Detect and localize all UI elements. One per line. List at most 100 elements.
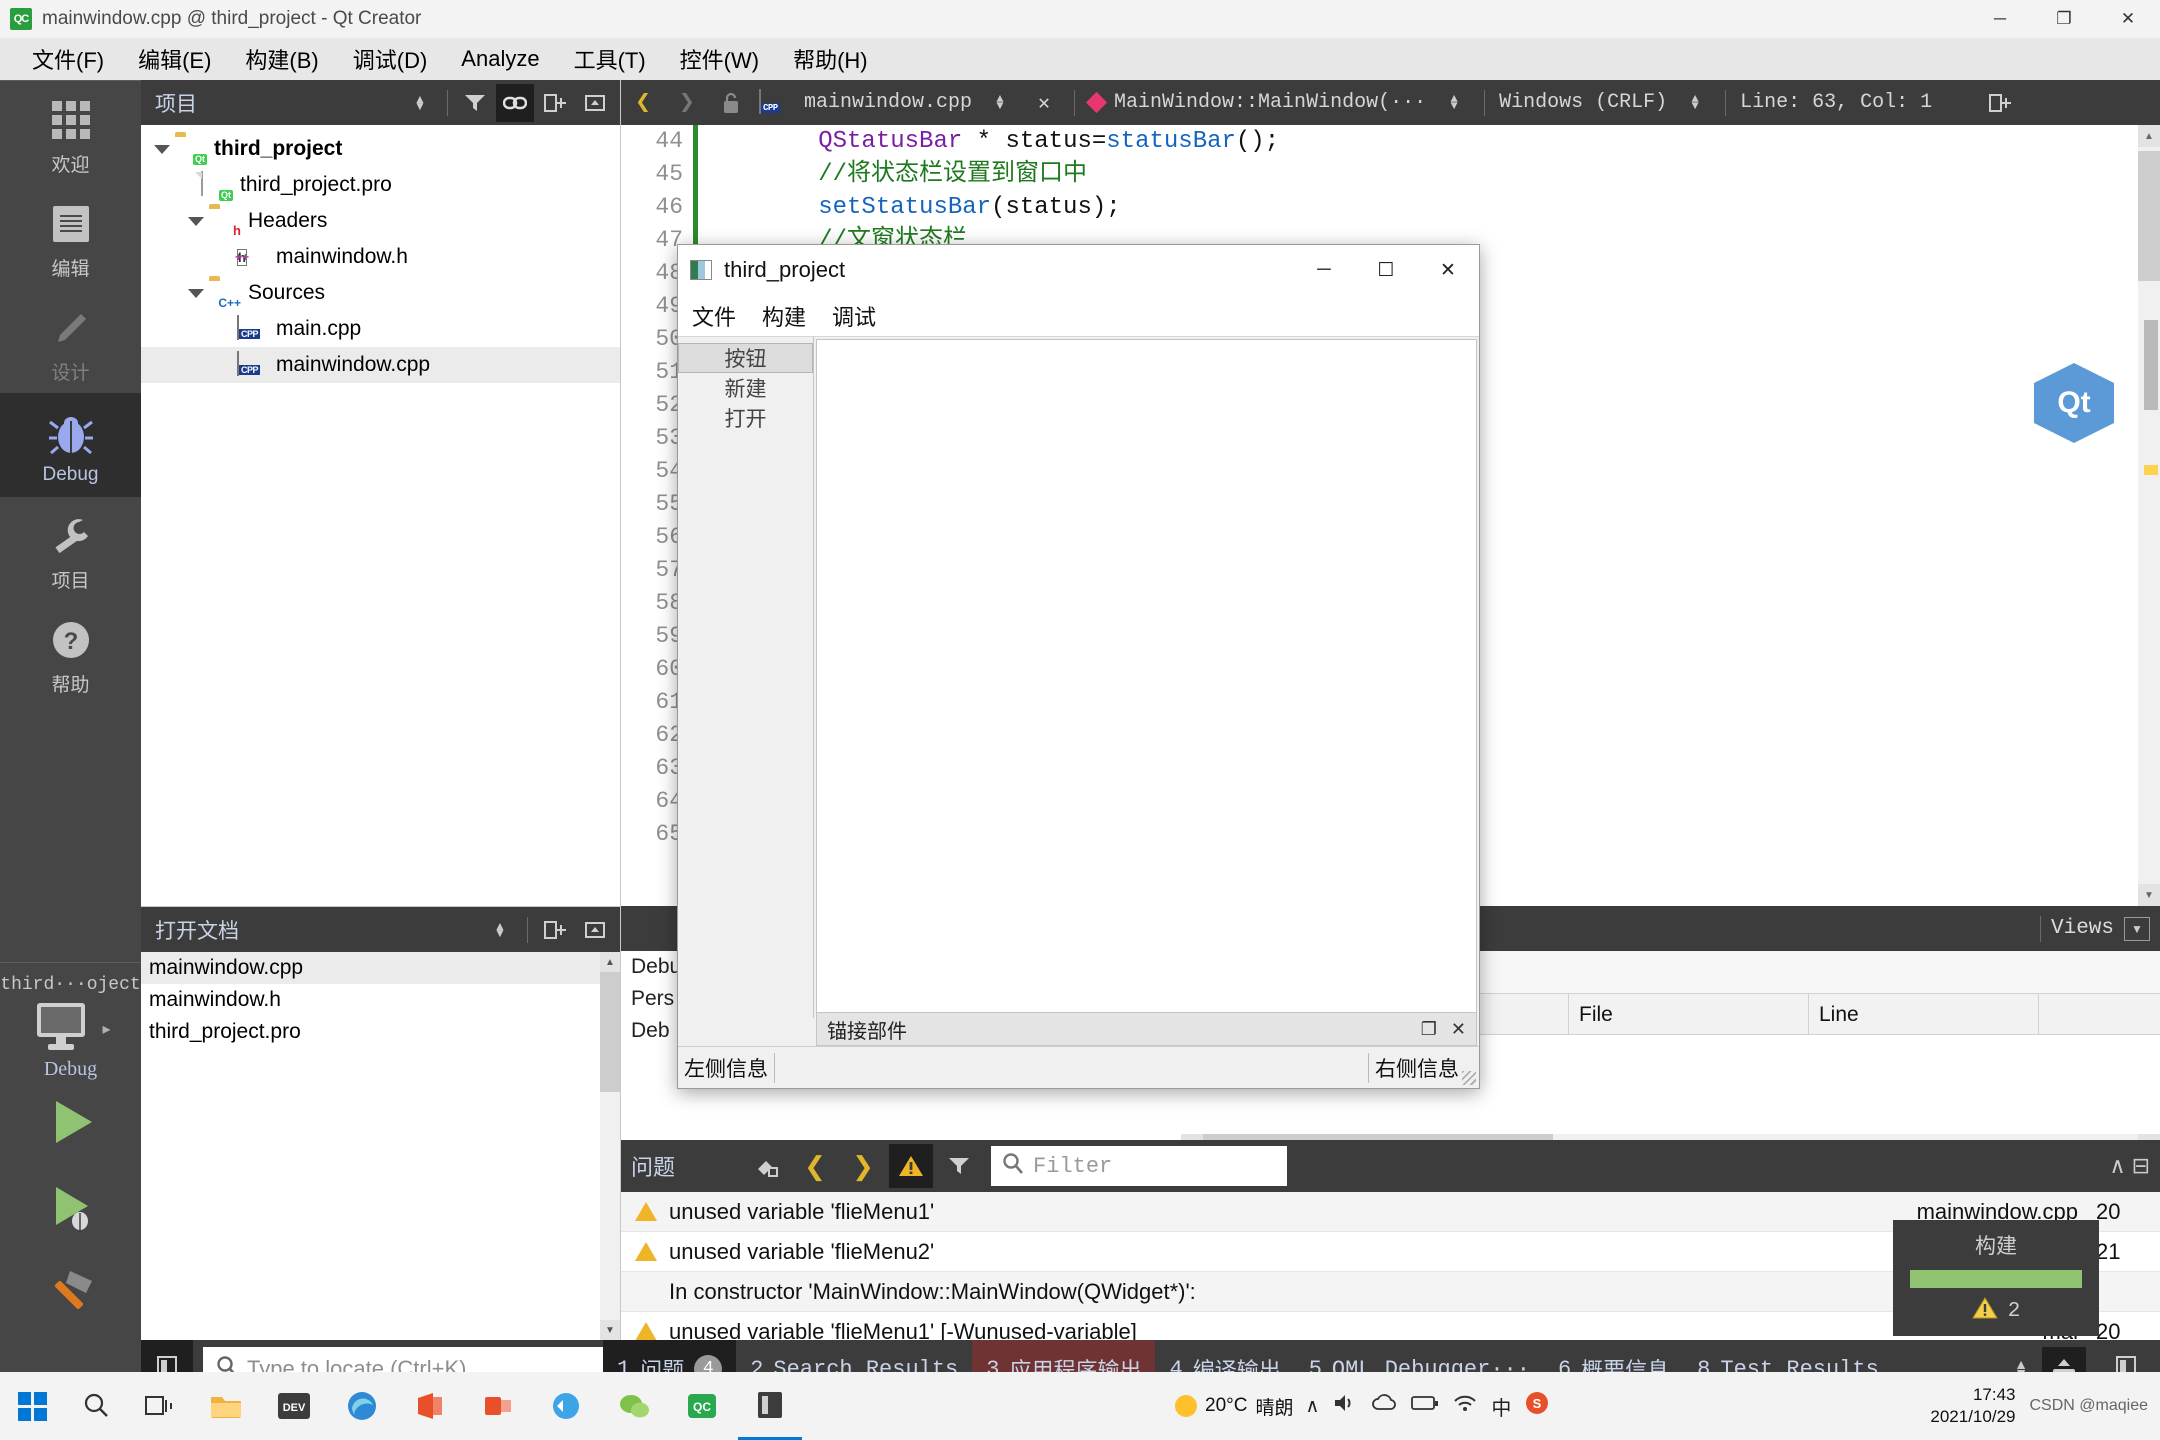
build-warning-summary[interactable]: 2 bbox=[1893, 1296, 2099, 1327]
menu-edit[interactable]: 编辑(E) bbox=[124, 39, 225, 79]
dock-close-icon[interactable]: ✕ bbox=[1451, 1019, 1466, 1040]
close-panel-icon[interactable] bbox=[576, 84, 614, 122]
menu-widgets[interactable]: 控件(W) bbox=[666, 39, 773, 79]
sort-selector-icon[interactable]: ▲ ▼ bbox=[481, 911, 519, 949]
filter-icon[interactable] bbox=[937, 1144, 981, 1188]
file-explorer-icon[interactable] bbox=[194, 1372, 258, 1440]
clear-icon[interactable] bbox=[745, 1144, 789, 1188]
app-toolbar-button-open[interactable]: 打开 bbox=[678, 403, 813, 433]
open-doc-item[interactable]: third_project.pro bbox=[141, 1016, 620, 1048]
editor-vertical-scrollbar[interactable]: ▲ ▼ bbox=[2138, 125, 2160, 906]
app-menu-file[interactable]: 文件 bbox=[688, 298, 740, 334]
ime-icon[interactable]: 中 bbox=[1491, 1392, 1511, 1421]
wechat-dev-icon[interactable] bbox=[534, 1372, 598, 1440]
menu-debug[interactable]: 调试(D) bbox=[339, 39, 442, 79]
collapse-icon[interactable]: ∧ bbox=[2109, 1153, 2125, 1179]
mode-welcome[interactable]: 欢迎 bbox=[0, 81, 141, 185]
minimize-button[interactable]: ─ bbox=[1968, 0, 2032, 38]
taskbar-clock[interactable]: 17:43 2021/10/29 bbox=[1930, 1384, 2029, 1428]
edge-icon[interactable] bbox=[330, 1372, 394, 1440]
menu-help[interactable]: 帮助(H) bbox=[779, 39, 882, 79]
editor-file-selector[interactable]: CPP mainwindow.cpp bbox=[753, 88, 978, 116]
tree-item-mainwindow-cpp[interactable]: CPP mainwindow.cpp bbox=[141, 347, 620, 383]
app-menu-build[interactable]: 构建 bbox=[758, 298, 810, 334]
mode-debug[interactable]: Debug bbox=[0, 393, 141, 497]
dock-float-icon[interactable]: ❐ bbox=[1421, 1019, 1437, 1040]
maximize-panel-icon[interactable]: ⊟ bbox=[2132, 1153, 2150, 1179]
app-maximize-button[interactable]: ☐ bbox=[1355, 245, 1417, 295]
app-central-widget[interactable] bbox=[816, 339, 1477, 1016]
mode-projects[interactable]: 项目 bbox=[0, 497, 141, 601]
issues-filter-input[interactable]: Filter bbox=[991, 1146, 1288, 1186]
app-menu-debug[interactable]: 调试 bbox=[828, 298, 880, 334]
menu-analyze[interactable]: Analyze bbox=[447, 42, 553, 76]
dev-app-icon[interactable]: DEV bbox=[262, 1372, 326, 1440]
search-icon[interactable] bbox=[64, 1372, 128, 1440]
tree-item-third-project[interactable]: Qt third_project bbox=[141, 131, 620, 167]
open-doc-item[interactable]: mainwindow.h bbox=[141, 984, 620, 1016]
lock-open-icon[interactable] bbox=[709, 80, 753, 125]
prev-issue-icon[interactable]: ❮ bbox=[793, 1144, 837, 1188]
start-debugging-button[interactable] bbox=[0, 1167, 141, 1253]
mode-help[interactable]: ? 帮助 bbox=[0, 601, 141, 705]
column-header-line[interactable]: Line bbox=[1809, 994, 2039, 1034]
nav-forward-button[interactable]: ❯ bbox=[665, 80, 709, 125]
scroll-down-icon[interactable]: ▼ bbox=[600, 1320, 620, 1340]
next-issue-icon[interactable]: ❯ bbox=[841, 1144, 885, 1188]
warning-filter-icon[interactable] bbox=[889, 1144, 934, 1188]
menu-build[interactable]: 构建(B) bbox=[231, 39, 332, 79]
close-button[interactable]: ✕ bbox=[2096, 0, 2160, 38]
column-header-file[interactable]: File bbox=[1569, 994, 1809, 1034]
tree-item-mainwindow-h[interactable]: h ++ mainwindow.h bbox=[141, 239, 620, 275]
app-toolbar-button-anniu[interactable]: 按钮 bbox=[678, 343, 813, 373]
resize-grip-icon[interactable] bbox=[1462, 1071, 1476, 1085]
cloud-icon[interactable] bbox=[1371, 1393, 1397, 1419]
menu-file[interactable]: 文件(F) bbox=[18, 39, 118, 79]
windows-logo-icon[interactable] bbox=[0, 1372, 64, 1440]
run-button[interactable] bbox=[0, 1081, 141, 1167]
views-dropdown-icon[interactable]: ▼ bbox=[2124, 916, 2150, 941]
wechat-icon[interactable] bbox=[602, 1372, 666, 1440]
running-app-window[interactable]: third_project ─ ☐ ✕ 文件 构建 调试 按钮 新建 打开 锚接… bbox=[677, 244, 1480, 1089]
tree-item-headers[interactable]: h Headers bbox=[141, 203, 620, 239]
open-documents-scrollbar[interactable]: ▲ ▼ bbox=[600, 952, 620, 1340]
qt-creator-taskbar-icon[interactable] bbox=[738, 1372, 802, 1440]
scroll-up-icon[interactable]: ▲ bbox=[2138, 125, 2160, 147]
volume-icon[interactable] bbox=[1333, 1392, 1357, 1420]
sync-selector-icon[interactable]: ▲ ▼ bbox=[401, 84, 439, 122]
split-editor-icon[interactable] bbox=[1978, 80, 2022, 125]
nav-back-button[interactable]: ❮ bbox=[621, 80, 665, 125]
expand-arrow-icon[interactable] bbox=[183, 288, 209, 298]
outlook-icon[interactable] bbox=[466, 1372, 530, 1440]
network-icon[interactable] bbox=[1453, 1393, 1477, 1419]
line-ending-dropdown-icon[interactable]: ▲ ▼ bbox=[1673, 80, 1717, 125]
scrollbar-thumb[interactable] bbox=[600, 972, 620, 1092]
kit-expand-arrow[interactable]: ▸ bbox=[102, 1019, 110, 1039]
tree-item-sources[interactable]: C++ Sources bbox=[141, 275, 620, 311]
kit-target-row[interactable]: ▸ bbox=[0, 995, 141, 1058]
qq-icon[interactable]: QC bbox=[670, 1372, 734, 1440]
mode-edit[interactable]: 编辑 bbox=[0, 185, 141, 289]
build-button[interactable] bbox=[0, 1253, 141, 1339]
scroll-up-icon[interactable]: ▲ bbox=[600, 952, 620, 972]
views-button[interactable]: Views bbox=[2051, 917, 2114, 940]
open-doc-item[interactable]: mainwindow.cpp bbox=[141, 952, 620, 984]
office-icon[interactable] bbox=[398, 1372, 462, 1440]
tree-item-pro-file[interactable]: Qt third_project.pro bbox=[141, 167, 620, 203]
task-view-icon[interactable] bbox=[128, 1372, 192, 1440]
close-editor-button[interactable]: ✕ bbox=[1022, 80, 1066, 125]
maximize-button[interactable]: ❐ bbox=[2032, 0, 2096, 38]
chevron-up-icon[interactable]: ∧ bbox=[1305, 1395, 1319, 1418]
app-minimize-button[interactable]: ─ bbox=[1293, 245, 1355, 295]
split-add-icon[interactable] bbox=[536, 911, 574, 949]
mode-design[interactable]: 设计 bbox=[0, 289, 141, 393]
scroll-down-icon[interactable]: ▼ bbox=[2138, 884, 2160, 906]
close-panel-icon[interactable] bbox=[576, 911, 614, 949]
filter-icon[interactable] bbox=[456, 84, 494, 122]
split-add-icon[interactable] bbox=[536, 84, 574, 122]
menu-tools[interactable]: 工具(T) bbox=[560, 39, 660, 79]
weather-widget[interactable]: 20°C 晴朗 bbox=[1175, 1393, 1305, 1420]
link-icon[interactable] bbox=[496, 83, 534, 122]
symbol-dropdown-icon[interactable]: ▲ ▼ bbox=[1432, 80, 1476, 125]
app-close-button[interactable]: ✕ bbox=[1417, 245, 1479, 295]
